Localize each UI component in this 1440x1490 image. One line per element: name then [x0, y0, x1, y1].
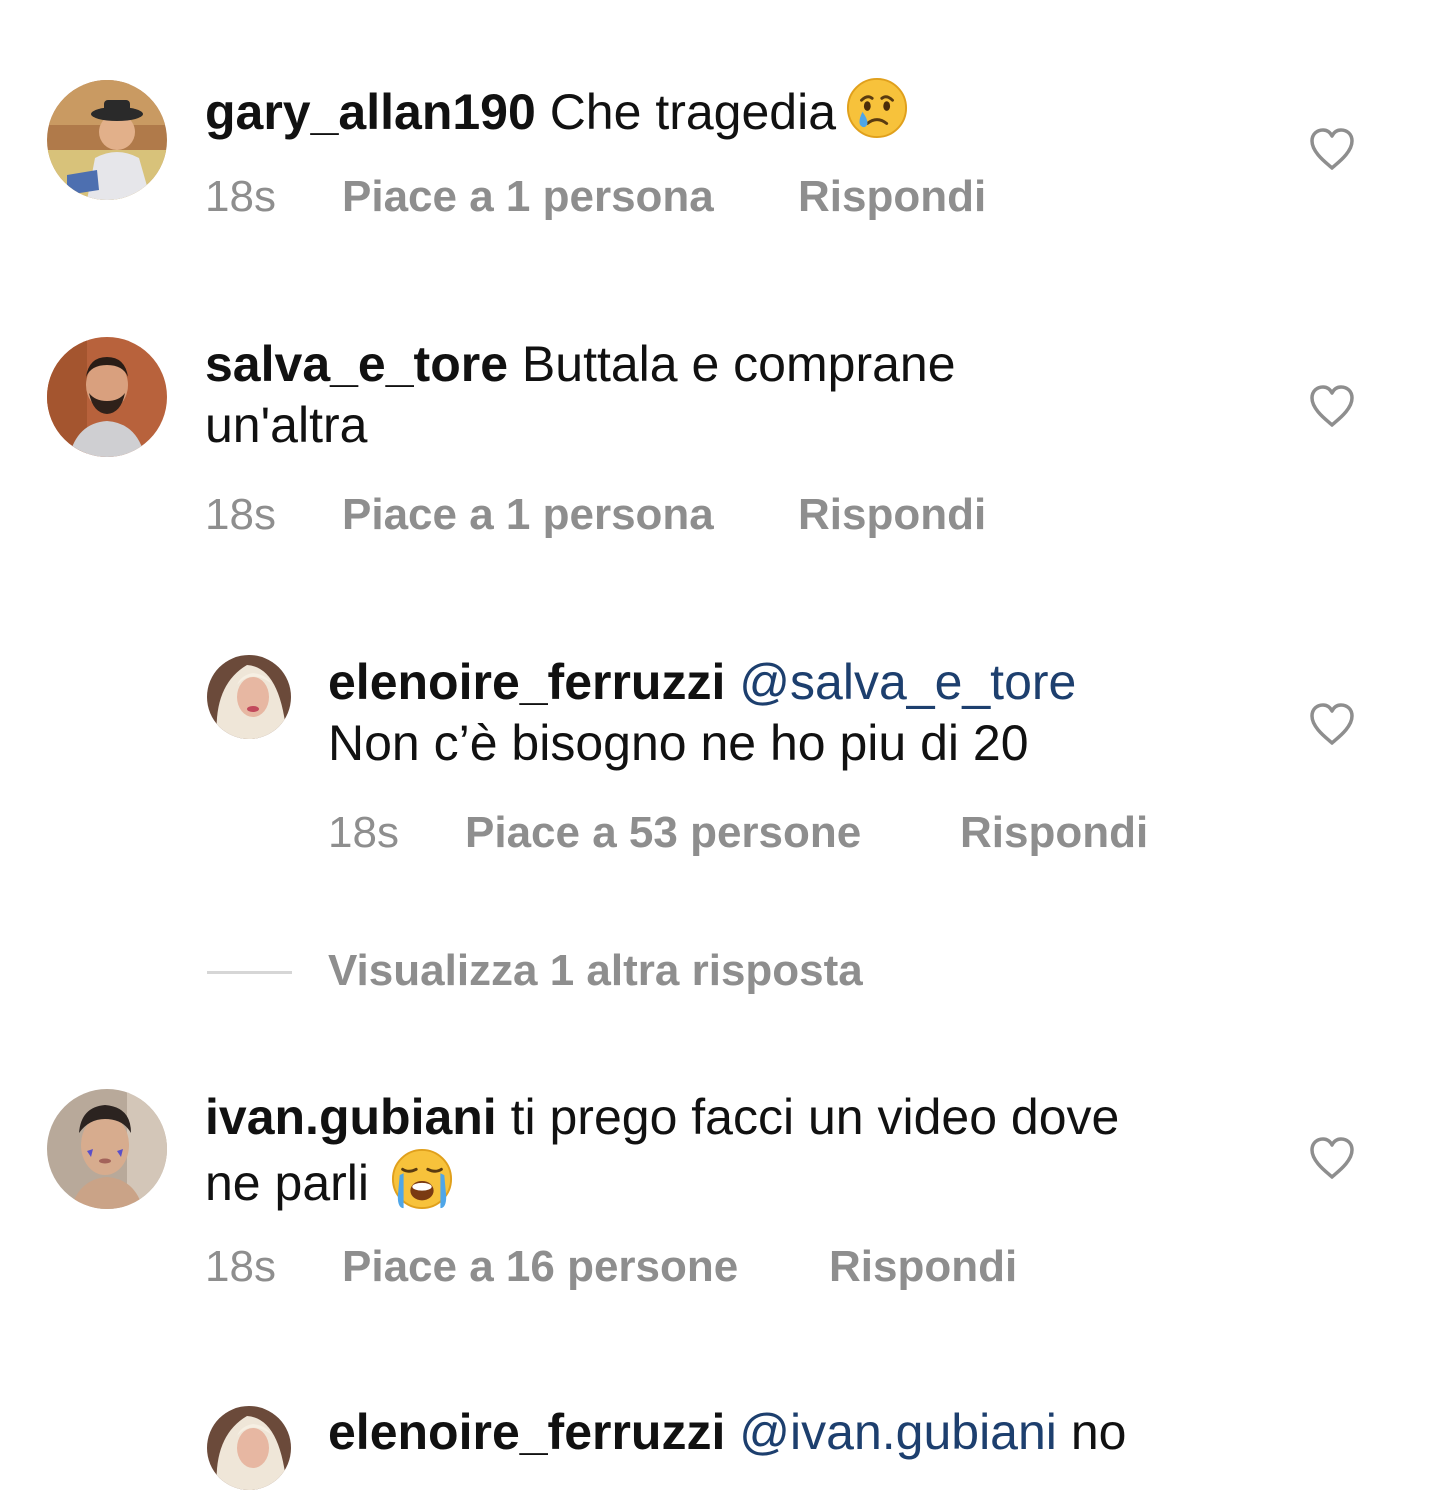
comment-time: 18s — [205, 172, 276, 221]
avatar-photo — [207, 655, 291, 739]
reply-button[interactable]: Rispondi — [829, 1242, 1017, 1292]
avatar-photo — [47, 1089, 167, 1209]
view-more-replies-label[interactable]: Visualizza 1 altra risposta — [328, 946, 863, 996]
loudly-crying-face-icon — [391, 1148, 453, 1210]
mention-link[interactable]: @salva_e_tore — [739, 654, 1076, 710]
comment-body: Che tragedia — [549, 84, 837, 140]
avatar[interactable] — [47, 1089, 167, 1209]
comment-time: 18s — [205, 490, 276, 539]
avatar-photo — [207, 1406, 291, 1490]
heart-outline-icon[interactable] — [1308, 1136, 1356, 1180]
avatar-photo — [47, 80, 167, 200]
comment-text: gary_allan190 Che tragedia — [205, 77, 908, 143]
heart-outline-icon[interactable] — [1308, 702, 1356, 746]
comment-time: 18s — [328, 808, 399, 857]
likes-count-link[interactable]: Piace a 1 persona — [342, 490, 714, 540]
comment-body-line-2: ne parli — [205, 1155, 369, 1211]
crying-face-icon — [846, 77, 908, 139]
avatar[interactable] — [207, 1406, 291, 1490]
comment-time: 18s — [205, 1242, 276, 1291]
avatar-photo — [47, 337, 167, 457]
comment-username[interactable]: gary_allan190 — [205, 84, 536, 140]
comment-text: salva_e_tore Buttala e comprane un'altra — [205, 334, 956, 456]
comment-body-line-1: Buttala e comprane — [521, 336, 956, 392]
comment-text: elenoire_ferruzzi @salva_e_tore Non c’è … — [328, 652, 1076, 774]
likes-count-link[interactable]: Piace a 16 persone — [342, 1242, 738, 1292]
avatar[interactable] — [207, 655, 291, 739]
comment-username[interactable]: ivan.gubiani — [205, 1089, 497, 1145]
comment-body: Non c’è bisogno ne ho piu di 20 — [328, 715, 1029, 771]
comment-username[interactable]: elenoire_ferruzzi — [328, 1404, 725, 1460]
reply-button[interactable]: Rispondi — [798, 490, 986, 540]
likes-count-link[interactable]: Piace a 53 persone — [465, 808, 861, 858]
comment-body-line-1: ti prego facci un video dove — [510, 1089, 1120, 1145]
comment-username[interactable]: elenoire_ferruzzi — [328, 654, 725, 710]
mention-link[interactable]: @ivan.gubiani — [739, 1404, 1057, 1460]
reply-button[interactable]: Rispondi — [960, 808, 1148, 858]
reply-button[interactable]: Rispondi — [798, 172, 986, 222]
heart-outline-icon[interactable] — [1308, 384, 1356, 428]
avatar[interactable] — [47, 337, 167, 457]
comment-body-line-2: un'altra — [205, 397, 368, 453]
avatar[interactable] — [47, 80, 167, 200]
comment-username[interactable]: salva_e_tore — [205, 336, 508, 392]
comment-text: ivan.gubiani ti prego facci un video dov… — [205, 1087, 1119, 1214]
comment-text: elenoire_ferruzzi @ivan.gubiani no — [328, 1402, 1126, 1463]
heart-outline-icon[interactable] — [1308, 127, 1356, 171]
likes-count-link[interactable]: Piace a 1 persona — [342, 172, 714, 222]
comment-body: no — [1070, 1404, 1127, 1460]
divider-line — [207, 971, 292, 974]
